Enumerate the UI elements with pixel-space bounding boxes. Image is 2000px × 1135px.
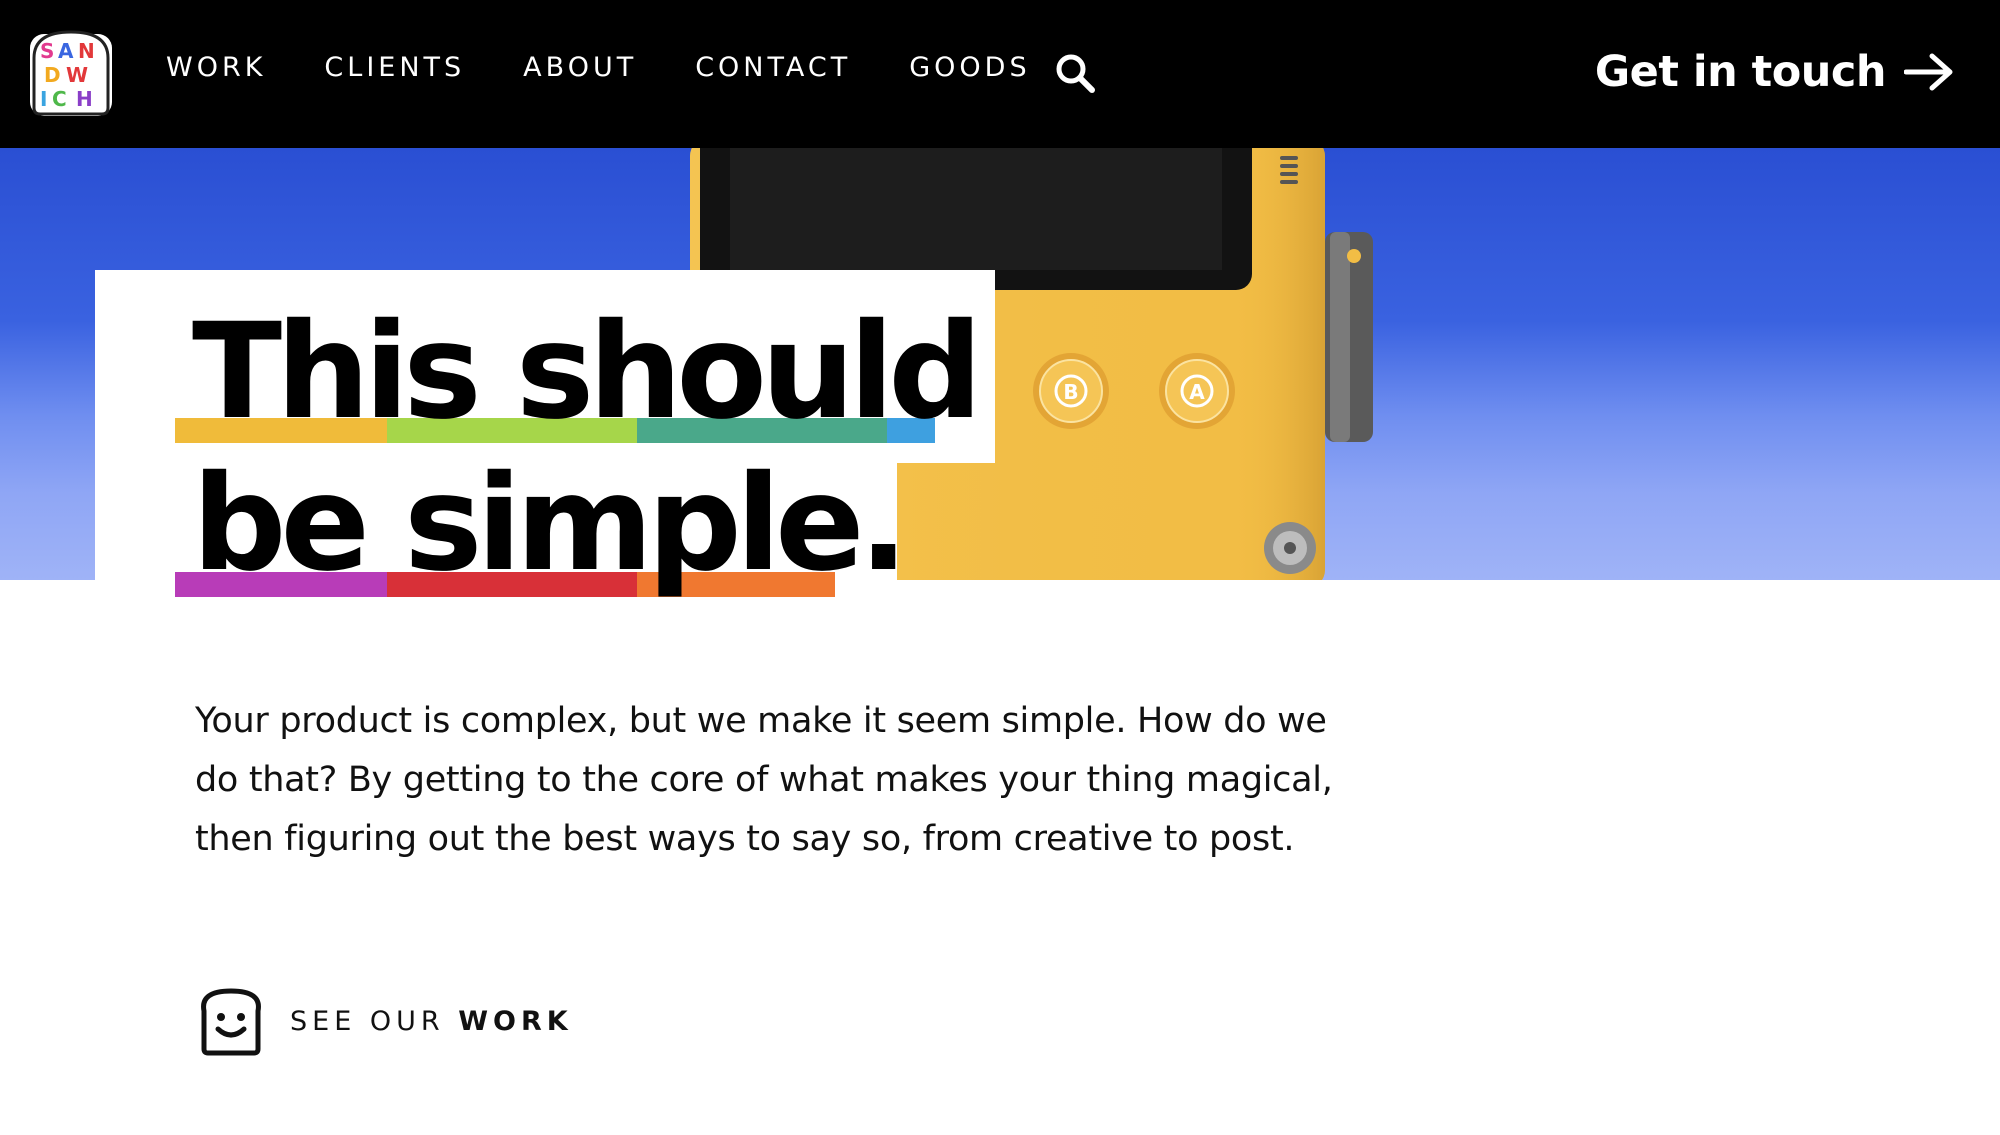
toast-face-icon [201,988,261,1056]
main-nav: WORK CLIENTS ABOUT CONTACT GOODS [166,52,1031,83]
sandwich-logo[interactable]: S A N D W I C H [28,28,114,118]
search-icon[interactable] [1054,52,1096,94]
svg-text:D: D [44,63,61,87]
svg-text:C: C [52,87,67,111]
svg-text:B: B [1063,380,1078,404]
nav-item-goods[interactable]: GOODS [909,52,1030,83]
nav-item-work[interactable]: WORK [166,52,266,83]
see-our-work-label: SEE OUR WORK [290,1006,573,1037]
svg-text:N: N [78,39,95,63]
nav-item-contact[interactable]: CONTACT [695,52,851,83]
arrow-right-icon [1904,53,1953,91]
see-our-prefix: SEE OUR [290,1005,459,1037]
top-navigation-bar: S A N D W I C H WORK CLIENTS ABOUT CONTA… [0,0,2000,148]
device-button-a: A [1159,353,1235,429]
get-in-touch-label: Get in touch [1594,47,1887,97]
headline-line-1: This should [192,295,983,449]
see-our-work-link[interactable]: SEE OUR WORK [196,985,573,1057]
see-our-work-strong: WORK [458,1005,573,1037]
svg-text:W: W [66,63,88,87]
hero-headline: This should be simple. [192,296,1012,600]
svg-text:H: H [76,87,93,111]
svg-text:A: A [58,39,74,63]
svg-text:S: S [40,39,54,63]
nav-item-about[interactable]: ABOUT [523,52,637,83]
get-in-touch-button[interactable]: Get in touch [1595,40,1954,104]
svg-text:I: I [40,87,47,111]
nav-item-clients[interactable]: CLIENTS [324,52,465,83]
intro-paragraph: Your product is complex, but we make it … [195,701,1333,859]
headline-line-2: be simple. [192,447,909,601]
device-button-b: B [1033,353,1109,429]
svg-text:A: A [1189,380,1205,404]
